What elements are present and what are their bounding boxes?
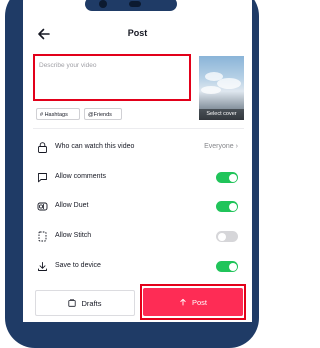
allow-stitch-toggle[interactable] xyxy=(216,231,238,242)
status-bar xyxy=(23,0,252,14)
allow-duet-toggle[interactable] xyxy=(216,201,238,212)
drafts-icon xyxy=(68,299,77,307)
drafts-button[interactable]: Drafts xyxy=(35,290,135,316)
allow-duet-label: Allow Duet xyxy=(55,202,89,209)
post-label: Post xyxy=(191,297,207,307)
friends-button[interactable]: @Friends xyxy=(84,108,122,120)
phone-frame: Post Describe your video Select cover # … xyxy=(5,0,259,348)
post-button[interactable]: Post xyxy=(143,288,243,316)
description-placeholder: Describe your video xyxy=(39,62,97,69)
download-icon xyxy=(38,262,47,271)
select-cover-button[interactable]: Select cover xyxy=(199,109,244,120)
save-to-device-label: Save to device xyxy=(55,262,101,269)
lock-icon xyxy=(38,142,47,153)
upload-icon xyxy=(180,298,186,306)
privacy-row[interactable]: Who can watch this video Everyone › xyxy=(23,138,252,158)
bottom-actions: Drafts Post xyxy=(23,284,252,322)
sensor-icon xyxy=(129,1,141,7)
app-screen: Post Describe your video Select cover # … xyxy=(23,0,252,322)
privacy-label: Who can watch this video xyxy=(55,143,135,150)
allow-comments-toggle[interactable] xyxy=(216,172,238,183)
allow-duet-row: Allow Duet xyxy=(23,197,252,217)
privacy-value: Everyone › xyxy=(204,143,238,150)
camera-notch xyxy=(85,0,177,11)
save-to-device-row: Save to device xyxy=(23,257,252,277)
page-title: Post xyxy=(127,28,148,38)
video-cover-thumbnail[interactable]: Select cover xyxy=(199,56,244,120)
allow-comments-row: Allow comments xyxy=(23,168,252,188)
chevron-right-icon: › xyxy=(235,143,238,150)
hashtags-button[interactable]: # Hashtags xyxy=(36,108,80,120)
allow-stitch-row: Allow Stitch xyxy=(23,227,252,247)
stitch-icon xyxy=(38,231,47,242)
camera-lens-icon xyxy=(99,0,107,8)
allow-stitch-label: Allow Stitch xyxy=(55,232,92,239)
drafts-label: Drafts xyxy=(81,298,102,308)
description-input[interactable]: Describe your video xyxy=(33,54,191,101)
save-to-device-toggle[interactable] xyxy=(216,261,238,272)
divider xyxy=(33,128,244,129)
post-header: Post xyxy=(23,24,252,46)
duet-icon xyxy=(37,202,48,211)
allow-comments-label: Allow comments xyxy=(55,173,106,180)
comment-icon xyxy=(38,173,47,183)
